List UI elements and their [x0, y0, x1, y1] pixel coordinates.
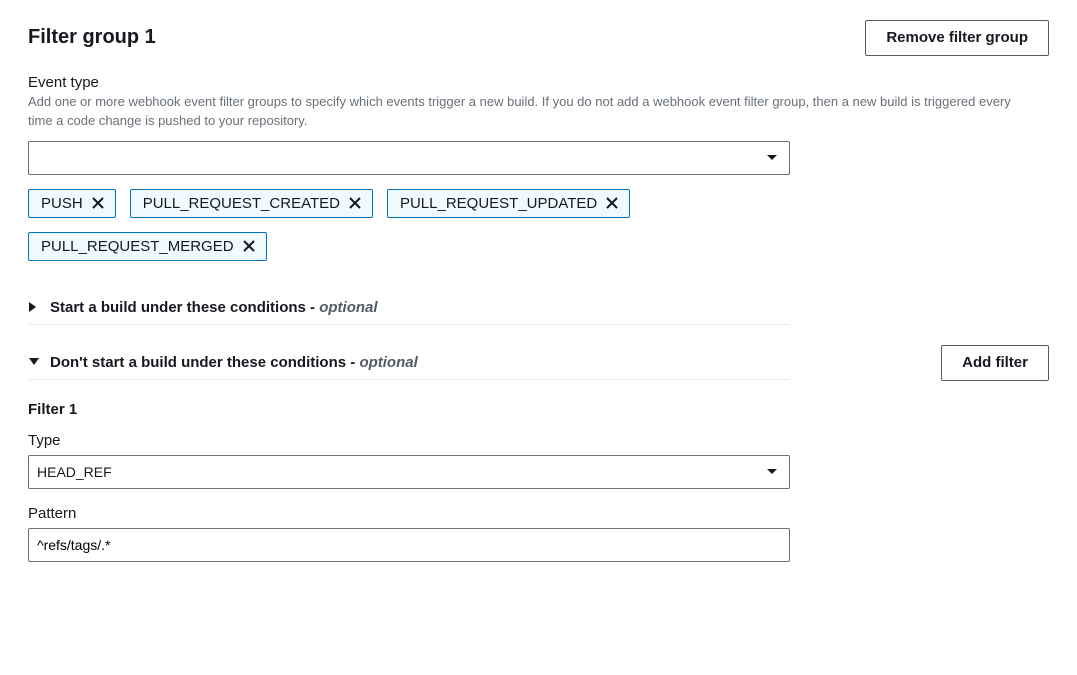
close-icon[interactable]	[348, 196, 362, 210]
caret-right-icon	[28, 301, 40, 313]
add-filter-button[interactable]: Add filter	[941, 345, 1049, 381]
expander-dont-start-build[interactable]: Don't start a build under these conditio…	[28, 346, 790, 380]
filter-type-select[interactable]: HEAD_REF	[28, 455, 790, 489]
event-type-chips: PUSH PULL_REQUEST_CREATED PULL_REQUEST_U…	[28, 189, 790, 261]
filter-1-title: Filter 1	[28, 401, 1049, 418]
event-type-description: Add one or more webhook event filter gro…	[28, 93, 1038, 131]
close-icon[interactable]	[242, 239, 256, 253]
expander-start-build[interactable]: Start a build under these conditions - o…	[28, 291, 790, 325]
chip-label: PULL_REQUEST_UPDATED	[400, 195, 597, 212]
filter-type-value: HEAD_REF	[37, 464, 112, 480]
close-icon[interactable]	[605, 196, 619, 210]
chip-pull-request-updated: PULL_REQUEST_UPDATED	[387, 189, 630, 218]
remove-filter-group-button[interactable]: Remove filter group	[865, 20, 1049, 56]
chip-pull-request-created: PULL_REQUEST_CREATED	[130, 189, 373, 218]
filter-pattern-label: Pattern	[28, 505, 1049, 522]
expander-title: Don't start a build under these conditio…	[50, 354, 418, 371]
chip-label: PULL_REQUEST_MERGED	[41, 238, 234, 255]
filter-pattern-input[interactable]	[28, 528, 790, 562]
chip-label: PULL_REQUEST_CREATED	[143, 195, 340, 212]
filter-group-title: Filter group 1	[28, 26, 156, 49]
chip-label: PUSH	[41, 195, 83, 212]
chip-push: PUSH	[28, 189, 116, 218]
event-type-select[interactable]	[28, 141, 790, 175]
caret-down-icon	[28, 357, 40, 367]
chip-pull-request-merged: PULL_REQUEST_MERGED	[28, 232, 267, 261]
filter-type-label: Type	[28, 432, 1049, 449]
close-icon[interactable]	[91, 196, 105, 210]
event-type-label: Event type	[28, 74, 1049, 91]
expander-title: Start a build under these conditions - o…	[50, 299, 378, 316]
